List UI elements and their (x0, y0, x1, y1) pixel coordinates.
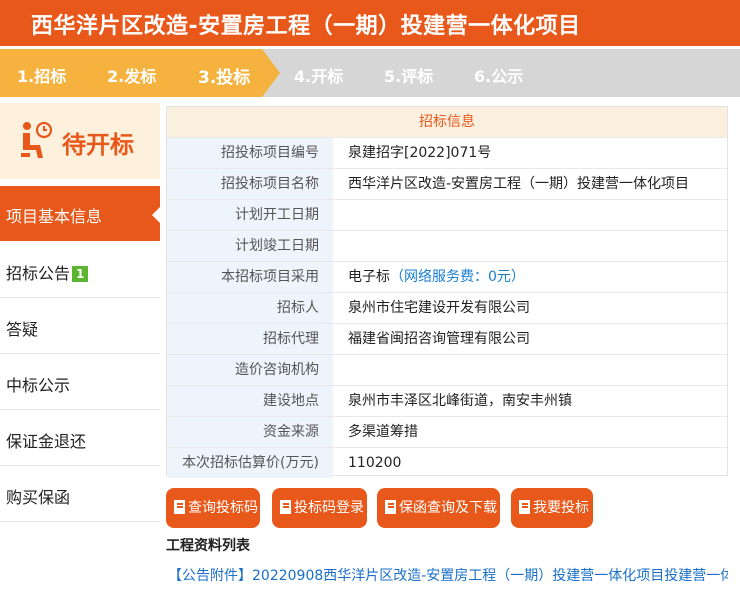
sidebar-item-tender-notice[interactable]: 招标公告 1 (0, 243, 160, 298)
table-row: 资金来源 多渠道筹措 (167, 416, 727, 447)
guarantee-query-download-button[interactable]: 保函查询及下载 (377, 488, 500, 528)
query-bid-code-button[interactable]: 查询投标码 (166, 488, 260, 528)
row-label: 建设地点 (167, 386, 333, 416)
document-icon (385, 500, 396, 514)
table-row: 招投标项目编号 泉建招字[2022]071号 (167, 137, 727, 168)
row-value: 泉州市丰泽区北峰街道，南安丰州镇 (348, 393, 572, 409)
table-row: 建设地点 泉州市丰泽区北峰街道，南安丰州镇 (167, 385, 727, 416)
row-label: 计划开工日期 (167, 200, 333, 230)
row-label: 本次招标估算价(万元) (167, 448, 333, 478)
table-caption: 招标信息 (167, 107, 727, 137)
table-row: 招标人 泉州市住宅建设开发有限公司 (167, 292, 727, 323)
row-label: 招投标项目名称 (167, 169, 333, 199)
table-row: 计划竣工日期 (167, 230, 727, 261)
row-label: 资金来源 (167, 417, 333, 447)
bid-type: 电子标 (348, 269, 390, 285)
sidebar-item-label: 答疑 (6, 320, 39, 339)
sidebar-item-project-info[interactable]: 项目基本信息 (0, 186, 161, 241)
table-row: 计划开工日期 (167, 199, 727, 230)
step-3: 3.投标 (198, 68, 251, 88)
tender-info-table: 招标信息 招投标项目编号 泉建招字[2022]071号 招投标项目名称 西华洋片… (166, 106, 728, 478)
status-label: 待开标 (62, 131, 134, 159)
page-title: 西华洋片区改造-安置房工程（一期）投建营一体化项目 (31, 14, 581, 39)
sidebar: 待开标 项目基本信息 招标公告 1 答疑 中标公示 保证金退还 购买保函 (0, 103, 161, 590)
bid-code-login-button[interactable]: 投标码登录 (272, 488, 367, 528)
doc-attachment-link[interactable]: 【公告附件】20220908西华洋片区改造-安置房工程（一期）投建营一体化项目投… (168, 565, 728, 585)
sidebar-item-buy-guarantee[interactable]: 购买保函 (0, 467, 160, 522)
service-fee-note: （网络服务费：0元） (390, 269, 525, 285)
sidebar-item-label: 招标公告 (6, 264, 71, 283)
table-row: 本招标项目采用 电子标（网络服务费：0元） (167, 261, 727, 292)
row-value: 泉州市住宅建设开发有限公司 (348, 300, 530, 316)
table-row: 招标代理 福建省闽招咨询管理有限公司 (167, 323, 727, 354)
count-badge: 1 (72, 266, 89, 282)
step-2: 2.发标 (107, 67, 157, 86)
sidebar-item-label: 项目基本信息 (6, 207, 103, 226)
page-header: 西华洋片区改造-安置房工程（一期）投建营一体化项目 (0, 0, 740, 46)
row-value: 多渠道筹措 (348, 424, 418, 440)
status-box: 待开标 (0, 103, 160, 179)
row-value: 福建省闽招咨询管理有限公司 (348, 331, 530, 347)
button-label: 投标码登录 (294, 500, 364, 516)
table-row: 造价咨询机构 (167, 354, 727, 385)
sidebar-item-qa[interactable]: 答疑 (0, 299, 160, 354)
row-value: 西华洋片区改造-安置房工程（一期）投建营一体化项目 (348, 176, 690, 192)
sidebar-item-label: 中标公示 (6, 376, 71, 395)
document-icon (174, 500, 185, 514)
row-value: 泉建招字[2022]071号 (348, 145, 492, 161)
sidebar-item-label: 保证金退还 (6, 432, 87, 451)
person-waiting-clock-icon (18, 121, 56, 161)
current-step-arrow (262, 49, 280, 97)
sidebar-item-deposit-refund[interactable]: 保证金退还 (0, 411, 160, 466)
button-label: 保函查询及下载 (399, 500, 497, 516)
row-label: 招投标项目编号 (167, 138, 333, 168)
row-label: 造价咨询机构 (167, 355, 333, 385)
sidebar-item-label: 购买保函 (6, 488, 71, 507)
table-row: 本次招标估算价(万元) 110200 (167, 447, 727, 478)
document-icon (280, 500, 291, 514)
row-label: 本招标项目采用 (167, 262, 333, 292)
row-value: 110200 (348, 455, 402, 471)
progress-steps: 1.招标 2.发标 3.投标 4.开标 5.评标 6.公示 (0, 49, 740, 97)
button-label: 我要投标 (533, 500, 589, 516)
button-label: 查询投标码 (188, 500, 258, 516)
step-5: 5.评标 (384, 67, 434, 86)
submit-bid-button[interactable]: 我要投标 (511, 488, 593, 528)
docs-section-title: 工程资料列表 (166, 538, 250, 554)
step-4: 4.开标 (294, 67, 344, 86)
step-1: 1.招标 (17, 67, 67, 86)
table-row: 招投标项目名称 西华洋片区改造-安置房工程（一期）投建营一体化项目 (167, 168, 727, 199)
row-value: 电子标（网络服务费：0元） (348, 262, 525, 292)
document-icon (519, 500, 530, 514)
row-label: 计划竣工日期 (167, 231, 333, 261)
row-label: 招标代理 (167, 324, 333, 354)
sidebar-item-award-notice[interactable]: 中标公示 (0, 355, 160, 410)
step-6: 6.公示 (474, 67, 524, 86)
row-label: 招标人 (167, 293, 333, 323)
